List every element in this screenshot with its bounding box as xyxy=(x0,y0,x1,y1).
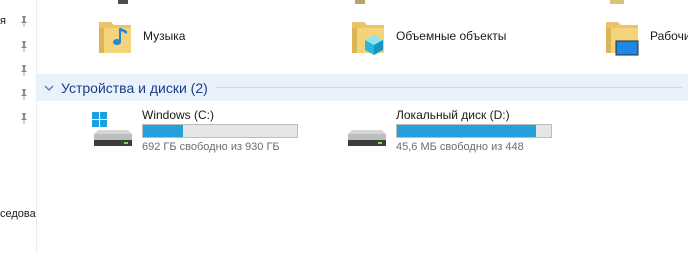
drive-usage-fill xyxy=(143,125,184,137)
drive-name: Локальный диск (D:) xyxy=(396,108,510,122)
folder-desktop[interactable]: Рабочи xyxy=(604,13,688,59)
nav-item-label[interactable]: я xyxy=(0,15,6,27)
local-disk-icon xyxy=(344,112,388,152)
clipped-item-above xyxy=(355,0,365,4)
folder-label: Объемные объекты xyxy=(396,29,507,43)
music-folder-icon xyxy=(97,14,133,58)
drive-usage-bar xyxy=(396,124,552,138)
clipped-item-above xyxy=(118,0,128,4)
clipped-item-above xyxy=(610,0,624,4)
3d-objects-folder-icon xyxy=(350,14,386,58)
devices-group-header[interactable]: Устройства и диски (2) xyxy=(37,74,688,101)
folder-label: Музыка xyxy=(143,29,186,43)
nav-item-label[interactable]: седова xyxy=(0,208,36,220)
pin-icon xyxy=(19,40,29,52)
drive-name: Windows (C:) xyxy=(142,108,215,122)
folder-label: Рабочи xyxy=(650,29,688,43)
group-divider xyxy=(215,87,682,88)
drive-usage-bar xyxy=(142,124,298,138)
drive-usage-fill xyxy=(397,125,536,137)
pin-icon xyxy=(19,15,29,27)
pin-icon xyxy=(19,112,29,124)
chevron-down-icon[interactable] xyxy=(42,81,56,95)
folder-3d-objects[interactable]: Объемные объекты xyxy=(350,13,506,59)
group-title: Устройства и диски (2) xyxy=(61,79,208,96)
pin-icon xyxy=(19,64,29,76)
desktop-folder-icon xyxy=(604,14,640,58)
navigation-pane: я седова xyxy=(0,0,37,253)
drive-d[interactable]: Локальный диск (D:) 45,6 МБ свободно из … xyxy=(344,108,552,153)
drive-c[interactable]: Windows (C:) 692 ГБ свободно из 930 ГБ xyxy=(90,108,298,153)
windows-drive-icon xyxy=(90,112,134,152)
folder-music[interactable]: Музыка xyxy=(97,13,185,59)
drive-free-space: 45,6 МБ свободно из 448 xyxy=(396,141,524,153)
drive-free-space: 692 ГБ свободно из 930 ГБ xyxy=(142,141,280,153)
pin-icon xyxy=(19,88,29,100)
